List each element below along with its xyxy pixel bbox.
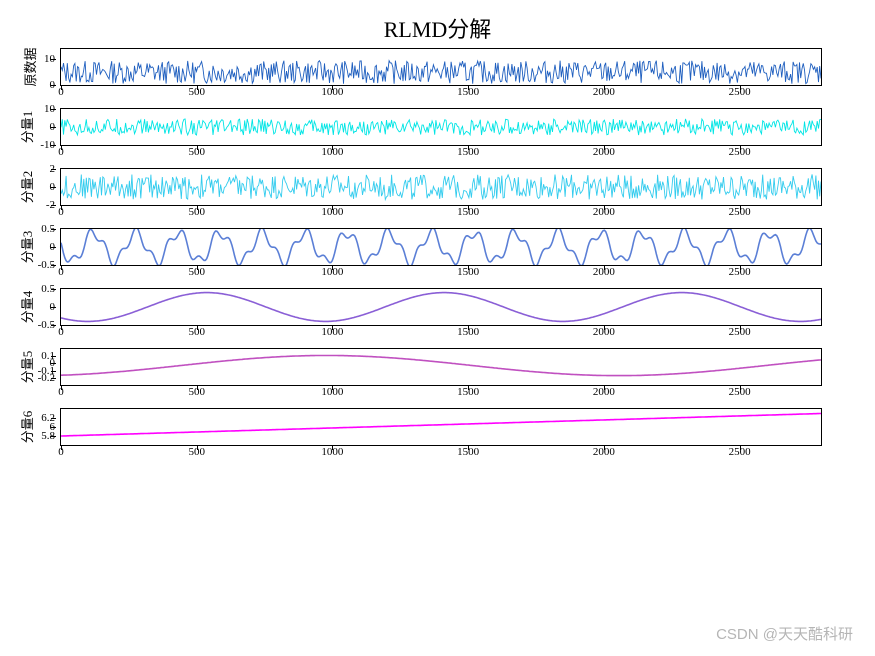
- subplot-2: 分量2-20205001000150020002500: [60, 168, 845, 206]
- ylabel-4: 分量4: [17, 291, 36, 324]
- ylabel-5: 分量5: [17, 351, 36, 384]
- plot-area-6: 5.866.205001000150020002500: [60, 408, 822, 446]
- subplot-1: 分量1-1001005001000150020002500: [60, 108, 845, 146]
- plot-area-5: -0.2-0.100.105001000150020002500: [60, 348, 822, 386]
- series-line-5: [61, 356, 821, 376]
- series-line-2: [61, 174, 821, 199]
- ylabel-1: 分量1: [17, 111, 36, 144]
- plot-area-1: -1001005001000150020002500: [60, 108, 822, 146]
- series-line-6: [61, 414, 821, 437]
- subplot-6: 分量65.866.205001000150020002500: [60, 408, 845, 446]
- subplot-3: 分量3-0.500.505001000150020002500: [60, 228, 845, 266]
- series-line-4: [61, 293, 821, 322]
- ylabel-6: 分量6: [17, 411, 36, 444]
- plot-area-2: -20205001000150020002500: [60, 168, 822, 206]
- watermark: CSDN @天天酷科研: [716, 623, 853, 644]
- ylabel-2: 分量2: [17, 171, 36, 204]
- subplot-0: 原数据01005001000150020002500: [60, 48, 845, 86]
- subplot-5: 分量5-0.2-0.100.105001000150020002500: [60, 348, 845, 386]
- series-line-0: [61, 61, 821, 84]
- ylabel-0: 原数据: [20, 47, 39, 86]
- ylabel-3: 分量3: [17, 231, 36, 264]
- chart-stack: 原数据01005001000150020002500分量1-1001005001…: [0, 48, 875, 446]
- chart-title: RLMD分解: [0, 0, 875, 48]
- series-line-1: [61, 119, 821, 135]
- plot-area-0: 01005001000150020002500: [60, 48, 822, 86]
- subplot-4: 分量4-0.500.505001000150020002500: [60, 288, 845, 326]
- plot-area-3: -0.500.505001000150020002500: [60, 228, 822, 266]
- plot-area-4: -0.500.505001000150020002500: [60, 288, 822, 326]
- series-line-3: [61, 229, 821, 265]
